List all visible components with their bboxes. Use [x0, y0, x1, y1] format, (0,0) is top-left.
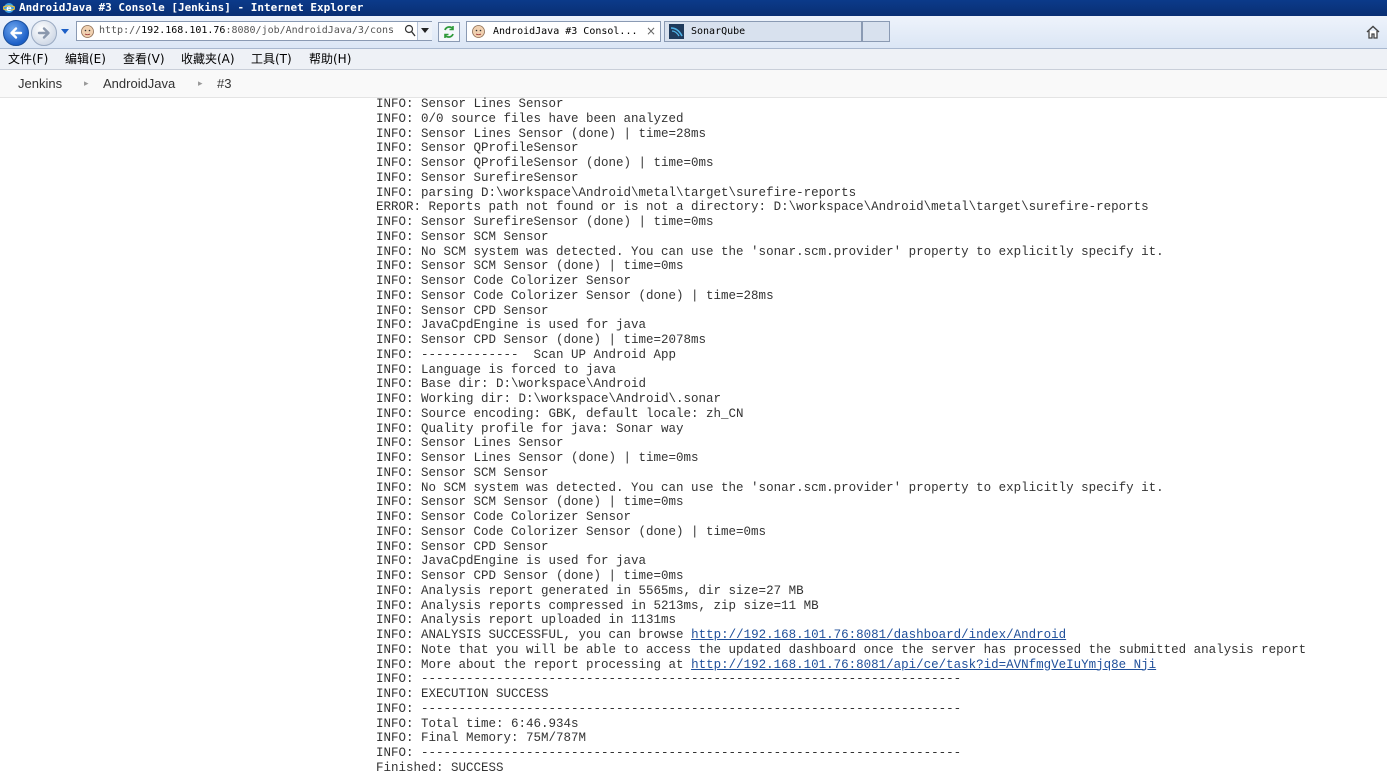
- console-line: INFO: Sensor Code Colorizer Sensor (done…: [376, 524, 767, 539]
- console-line: INFO: Final Memory: 75M/787M: [376, 731, 587, 746]
- console-line: INFO: Sensor SCM Sensor (done) | time=0m…: [376, 495, 684, 510]
- chevron-down-icon: [421, 28, 429, 33]
- console-line: INFO: Working dir: D:\workspace\Android\…: [376, 392, 722, 406]
- console-line: INFO: JavaCpdEngine is used for java: [376, 318, 647, 333]
- console-line: INFO: Sensor SurefireSensor (done) | tim…: [376, 215, 714, 229]
- arrow-left-icon: [10, 27, 23, 39]
- console-line: INFO: Sensor Code Colorizer Sensor: [376, 510, 632, 524]
- address-bar[interactable]: http://192.168.101.76:8080/job/AndroidJa…: [76, 21, 432, 41]
- console-line: INFO: Sensor Lines Sensor: [376, 436, 564, 451]
- history-dropdown-icon[interactable]: [60, 28, 70, 36]
- menu-help[interactable]: 帮助(H): [309, 49, 351, 69]
- console-line: INFO: Sensor Code Colorizer Sensor (done…: [376, 288, 774, 303]
- tab-sonarqube[interactable]: SonarQube: [664, 21, 862, 42]
- console-line: INFO: Analysis report generated in 5565m…: [376, 583, 804, 598]
- dashboard-link[interactable]: http://192.168.101.76:8081/dashboard/ind…: [691, 628, 1066, 642]
- console-line: INFO: ------------- Scan UP Android App: [376, 347, 677, 362]
- console-line: INFO: 0/0 source files have been analyze…: [376, 111, 684, 126]
- window-title: AndroidJava #3 Console [Jenkins] - Inter…: [19, 1, 364, 14]
- refresh-icon: [444, 26, 454, 38]
- console-line: INFO: Note that you will be able to acce…: [376, 642, 1307, 657]
- console-line: INFO: No SCM system was detected. You ca…: [376, 480, 1164, 495]
- forward-button[interactable]: [31, 20, 57, 46]
- breadcrumb-separator-icon: ▸: [198, 78, 203, 88]
- console-line: INFO: Sensor SCM Sensor: [376, 229, 549, 244]
- menu-bar: 文件(F) 编辑(E) 查看(V) 收藏夹(A) 工具(T) 帮助(H): [0, 49, 1387, 70]
- console-line: INFO: ----------------------------------…: [376, 701, 962, 716]
- tab-jenkins-console[interactable]: AndroidJava #3 Consol... ×: [466, 21, 661, 42]
- breadcrumb-build-3[interactable]: #3: [217, 70, 231, 97]
- console-line: INFO: Sensor CPD Sensor: [376, 303, 549, 318]
- console-line: INFO: JavaCpdEngine is used for java: [376, 554, 647, 569]
- home-icon[interactable]: [1365, 24, 1381, 40]
- jenkins-favicon-icon: [80, 24, 95, 39]
- console-line: INFO: Sensor SCM Sensor: [376, 465, 549, 480]
- jenkins-favicon-icon: [472, 25, 485, 38]
- console-line: INFO: Sensor CPD Sensor (done) | time=0m…: [376, 569, 684, 583]
- console-line: INFO: More about the report processing a…: [376, 658, 1306, 673]
- console-line: INFO: Sensor CPD Sensor: [376, 539, 549, 554]
- console-line: INFO: Sensor QProfileSensor (done) | tim…: [376, 156, 714, 170]
- breadcrumb: Jenkins ▸ AndroidJava ▸ #3: [0, 70, 1387, 98]
- console-line: INFO: No SCM system was detected. You ca…: [376, 244, 1164, 259]
- console-line: INFO: Sensor SurefireSensor: [376, 170, 579, 185]
- back-button[interactable]: [3, 20, 29, 46]
- breadcrumb-androidjava[interactable]: AndroidJava: [103, 70, 175, 97]
- refresh-button[interactable]: [438, 22, 460, 42]
- window-title-bar: e AndroidJava #3 Console [Jenkins] - Int…: [0, 0, 1387, 16]
- tab-label: AndroidJava #3 Consol...: [493, 26, 638, 37]
- console-line: INFO: Analysis report uploaded in 1131ms: [376, 613, 677, 628]
- tab-label: SonarQube: [691, 26, 746, 37]
- ie-logo-icon: e: [3, 3, 15, 13]
- console-line: INFO: Language is forced to java: [376, 362, 617, 377]
- console-line-text: INFO: More about the report processing a…: [376, 657, 692, 672]
- menu-file[interactable]: 文件(F): [8, 49, 48, 69]
- menu-tools[interactable]: 工具(T): [251, 49, 292, 69]
- console-output: INFO: Sensor Lines Sensor INFO: 0/0 sourc…: [376, 97, 1306, 776]
- navigation-bar: http://192.168.101.76:8080/job/AndroidJa…: [0, 16, 1387, 49]
- console-line: INFO: Source encoding: GBK, default loca…: [376, 406, 744, 421]
- sonarqube-favicon-icon: [669, 24, 684, 39]
- breadcrumb-separator-icon: ▸: [84, 78, 89, 88]
- close-tab-icon[interactable]: ×: [646, 22, 656, 41]
- console-line: INFO: Sensor QProfileSensor: [376, 141, 579, 156]
- console-line: INFO: Sensor Lines Sensor: [376, 97, 564, 111]
- console-line: INFO: Sensor Lines Sensor (done) | time=…: [376, 126, 707, 141]
- console-line: INFO: parsing D:\workspace\Android\metal…: [376, 185, 857, 200]
- console-line: INFO: ANALYSIS SUCCESSFUL, you can brows…: [376, 628, 1306, 643]
- menu-favorites[interactable]: 收藏夹(A): [181, 49, 235, 69]
- console-line: INFO: Base dir: D:\workspace\Android: [376, 377, 647, 392]
- console-line: Finished: SUCCESS: [376, 760, 504, 775]
- breadcrumb-jenkins[interactable]: Jenkins: [18, 70, 62, 97]
- ce-task-link[interactable]: http://192.168.101.76:8081/api/ce/task?i…: [691, 658, 1156, 672]
- console-line: INFO: Total time: 6:46.934s: [376, 716, 579, 731]
- svg-text:e: e: [6, 4, 12, 13]
- console-line: INFO: ----------------------------------…: [376, 746, 962, 760]
- console-line: INFO: Sensor Code Colorizer Sensor: [376, 274, 632, 288]
- url-text[interactable]: http://192.168.101.76:8080/job/AndroidJa…: [99, 22, 404, 40]
- console-line: ERROR: Reports path not found or is not …: [376, 200, 1149, 215]
- console-line: INFO: Quality profile for java: Sonar wa…: [376, 421, 684, 436]
- console-line: INFO: Analysis reports compressed in 521…: [376, 598, 819, 613]
- console-line: INFO: Sensor Lines Sensor (done) | time=…: [376, 451, 699, 465]
- console-line: INFO: Sensor CPD Sensor (done) | time=20…: [376, 333, 707, 347]
- new-tab-button[interactable]: [862, 21, 890, 42]
- console-line-text: INFO: ANALYSIS SUCCESSFUL, you can brows…: [376, 628, 692, 642]
- address-dropdown-button[interactable]: [417, 22, 432, 40]
- menu-view[interactable]: 查看(V): [123, 49, 165, 69]
- console-line: INFO: ----------------------------------…: [376, 672, 962, 687]
- menu-edit[interactable]: 编辑(E): [65, 49, 106, 69]
- console-line: INFO: Sensor SCM Sensor (done) | time=0m…: [376, 259, 684, 274]
- console-line: INFO: EXECUTION SUCCESS: [376, 687, 549, 701]
- arrow-right-icon: [37, 27, 50, 39]
- search-icon[interactable]: [404, 24, 416, 38]
